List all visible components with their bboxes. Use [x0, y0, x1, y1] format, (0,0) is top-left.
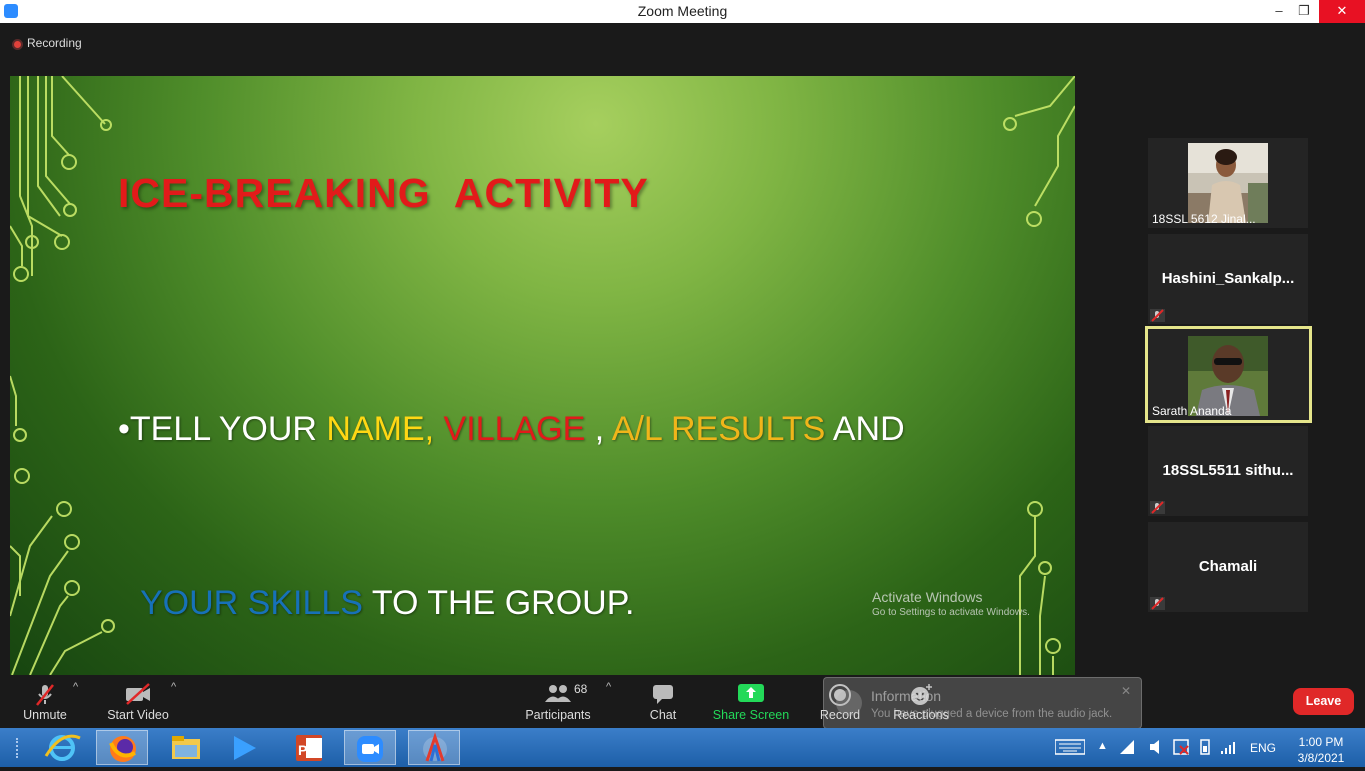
share-screen-label: Share Screen — [712, 708, 790, 722]
text-segment: AND — [825, 410, 905, 448]
show-hidden-icons-icon[interactable]: ▲ — [1097, 740, 1108, 752]
participant-tile[interactable]: Hashini_Sankalp... — [1148, 234, 1308, 324]
meeting-toolbar: Unmute ^ Start Video ^ 68 Participants ^… — [0, 675, 1365, 728]
activate-windows-watermark: Activate Windows Go to Settings to activ… — [872, 589, 1030, 618]
participant-name: 18SSL 5612 Jinal... — [1152, 212, 1256, 226]
slide-bullet-line-1: •TELL YOUR NAME, VILLAGE , A/L RESULTS A… — [118, 400, 905, 458]
participant-tile[interactable]: 18SSL5511 sithu... — [1148, 426, 1308, 516]
slide-title: ICE-BREAKING ACTIVITY — [118, 170, 649, 216]
file-explorer-icon[interactable] — [160, 730, 212, 765]
participants-icon — [545, 685, 571, 702]
text-segment: , — [585, 410, 612, 448]
chat-button[interactable]: Chat — [638, 675, 688, 728]
svg-text:P: P — [298, 742, 307, 758]
recording-label: Recording — [27, 36, 82, 50]
participant-name: Sarath Ananda — [1152, 404, 1232, 418]
participants-options-caret[interactable]: ^ — [606, 681, 611, 693]
watermark-line-1: Activate Windows — [872, 589, 983, 605]
leave-button[interactable]: Leave — [1293, 688, 1354, 715]
text-segment: TO THE GROUP. — [362, 584, 635, 622]
participant-name: Hashini_Sankalp... — [1161, 270, 1295, 287]
notification-title: Information — [871, 688, 942, 704]
clock-date: 3/8/2021 — [1297, 751, 1345, 765]
taskbar-grip — [16, 738, 22, 758]
battery-icon[interactable] — [1196, 738, 1214, 761]
windows-taskbar: P ▲ ENG 1:00 PM 3/8/2021 — [0, 728, 1365, 767]
slide-body: •TELL YOUR NAME, VILLAGE , A/L RESULTS A… — [118, 284, 905, 675]
bullet-dot: • — [118, 410, 130, 448]
recording-indicator[interactable]: Recording — [12, 36, 82, 50]
unmute-button[interactable]: Unmute — [12, 675, 78, 728]
start-video-button[interactable]: Start Video — [104, 675, 172, 728]
share-screen-icon — [738, 684, 764, 702]
text-segment: NAME, — [326, 410, 435, 448]
share-screen-button[interactable]: Share Screen — [712, 675, 790, 728]
zoom-icon[interactable] — [344, 730, 396, 765]
app-icon[interactable] — [408, 730, 460, 765]
ie-icon[interactable] — [36, 730, 88, 765]
participant-video — [1188, 143, 1268, 223]
window-title: Zoom Meeting — [637, 3, 728, 19]
video-off-icon — [126, 683, 150, 705]
muted-mic-icon — [1150, 597, 1165, 610]
start-video-label: Start Video — [107, 708, 169, 722]
chat-icon — [653, 685, 673, 704]
window-titlebar: Zoom Meeting – ❐ ✕ — [0, 0, 1365, 24]
participants-label: Participants — [525, 708, 591, 722]
keyboard-icon[interactable] — [1054, 738, 1086, 761]
information-notification[interactable]: Information You have plugged a device fr… — [823, 677, 1142, 729]
participant-count: 68 — [574, 682, 588, 696]
network-icon[interactable] — [1118, 738, 1136, 761]
muted-mic-icon — [36, 684, 54, 706]
participant-tile[interactable]: Chamali — [1148, 522, 1308, 612]
text-segment: YOUR SKILLS — [140, 584, 363, 622]
system-clock[interactable]: 1:00 PM 3/8/2021 — [1286, 734, 1356, 766]
signal-icon[interactable] — [1220, 738, 1238, 761]
notification-message: You have plugged a device from the audio… — [871, 708, 1113, 720]
firefox-icon[interactable] — [96, 730, 148, 765]
volume-icon[interactable] — [1148, 738, 1166, 761]
muted-mic-icon — [1150, 309, 1165, 322]
participants-button[interactable]: 68 Participants — [524, 675, 592, 728]
recording-icon — [12, 39, 23, 50]
participant-name: Chamali — [1198, 558, 1258, 575]
restore-button[interactable]: ❐ — [1286, 0, 1322, 23]
shared-screen-slide: ICE-BREAKING ACTIVITY •TELL YOUR NAME, V… — [10, 76, 1075, 675]
chat-label: Chat — [649, 708, 677, 722]
participant-tile[interactable]: 18SSL 5612 Jinal... — [1148, 138, 1308, 228]
slide-bullet-line-2: YOUR SKILLS TO THE GROUP. — [118, 574, 905, 632]
unmute-label: Unmute — [23, 708, 67, 722]
muted-mic-icon — [1150, 501, 1165, 514]
text-segment: VILLAGE — [434, 410, 586, 448]
text-segment: TELL YOUR — [129, 410, 327, 448]
video-options-caret[interactable]: ^ — [171, 681, 176, 693]
text-segment: A/L RESULTS — [611, 410, 826, 448]
language-indicator[interactable]: ENG — [1250, 741, 1276, 755]
watermark-line-2: Go to Settings to activate Windows. — [872, 607, 1030, 618]
close-button[interactable]: ✕ — [1319, 0, 1365, 23]
close-notification-icon[interactable]: ✕ — [1121, 684, 1131, 698]
media-player-icon[interactable] — [218, 730, 270, 765]
participant-tile-active-speaker[interactable]: Sarath Ananda — [1145, 326, 1312, 423]
action-center-icon[interactable] — [1172, 738, 1190, 761]
powerpoint-icon[interactable]: P — [284, 730, 336, 765]
participant-name: 18SSL5511 sithu... — [1162, 462, 1294, 479]
audio-options-caret[interactable]: ^ — [73, 681, 78, 693]
clock-time: 1:00 PM — [1298, 735, 1344, 749]
info-icon — [836, 690, 862, 716]
